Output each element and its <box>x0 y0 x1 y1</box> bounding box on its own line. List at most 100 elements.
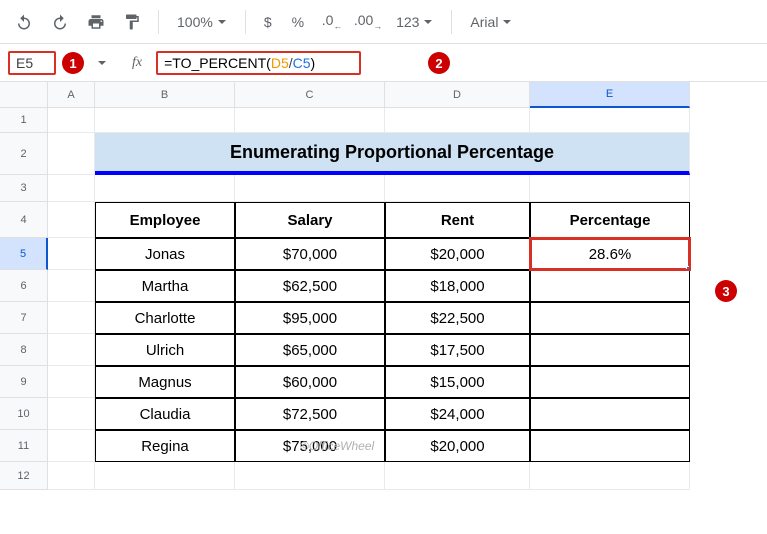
header-percentage[interactable]: Percentage <box>530 202 690 238</box>
title-cell[interactable]: Enumerating Proportional Percentage <box>95 133 690 175</box>
table-cell[interactable] <box>530 302 690 334</box>
row-header-9[interactable]: 9 <box>0 366 48 398</box>
row-header-7[interactable]: 7 <box>0 302 48 334</box>
cell[interactable] <box>385 462 530 490</box>
cell[interactable] <box>48 175 95 202</box>
annotation-2: 2 <box>428 52 450 74</box>
paint-format-button[interactable] <box>116 6 148 38</box>
header-rent[interactable]: Rent <box>385 202 530 238</box>
row-header-2[interactable]: 2 <box>0 133 48 175</box>
cell[interactable] <box>530 462 690 490</box>
table-cell[interactable]: $75,000 <box>235 430 385 462</box>
name-box-dropdown[interactable] <box>86 47 118 79</box>
table-cell[interactable] <box>530 430 690 462</box>
table-cell[interactable]: $65,000 <box>235 334 385 366</box>
row-header-1[interactable]: 1 <box>0 108 48 133</box>
row-header-12[interactable]: 12 <box>0 462 48 490</box>
cell[interactable] <box>48 108 95 133</box>
row-header-10[interactable]: 10 <box>0 398 48 430</box>
cell[interactable] <box>48 302 95 334</box>
table-cell[interactable]: Ulrich <box>95 334 235 366</box>
cell[interactable] <box>530 108 690 133</box>
name-box[interactable]: E5 <box>8 51 56 75</box>
table-cell[interactable]: $62,500 <box>235 270 385 302</box>
table-cell[interactable]: $95,000 <box>235 302 385 334</box>
table-cell[interactable] <box>530 366 690 398</box>
header-employee[interactable]: Employee <box>95 202 235 238</box>
decrease-decimal-button[interactable]: .0← <box>316 6 348 38</box>
row-header-5[interactable]: 5 <box>0 238 48 270</box>
select-all-corner[interactable] <box>0 82 48 108</box>
cell[interactable] <box>235 462 385 490</box>
table-cell[interactable]: $15,000 <box>385 366 530 398</box>
separator <box>245 10 246 34</box>
cell[interactable] <box>48 133 95 175</box>
undo-button[interactable] <box>8 6 40 38</box>
redo-button[interactable] <box>44 6 76 38</box>
table-cell[interactable]: Martha <box>95 270 235 302</box>
table-cell[interactable]: $20,000 <box>385 238 530 270</box>
table-cell[interactable] <box>530 270 690 302</box>
table-cell[interactable] <box>530 398 690 430</box>
table-cell[interactable]: $20,000 <box>385 430 530 462</box>
table-cell[interactable]: Jonas <box>95 238 235 270</box>
sheet-area: A B C D E 1 2 3 4 5 6 7 8 9 10 11 12 Enu… <box>0 82 767 534</box>
cell[interactable] <box>48 366 95 398</box>
cell[interactable] <box>95 462 235 490</box>
col-header-A[interactable]: A <box>48 82 95 108</box>
row-header-3[interactable]: 3 <box>0 175 48 202</box>
cell[interactable] <box>48 202 95 238</box>
table-cell[interactable]: Regina <box>95 430 235 462</box>
row-header-11[interactable]: 11 <box>0 430 48 462</box>
separator <box>451 10 452 34</box>
chevron-down-icon <box>97 58 107 68</box>
font-dropdown[interactable]: Arial <box>462 10 532 34</box>
fill-handle[interactable] <box>686 266 690 270</box>
table-cell[interactable]: $18,000 <box>385 270 530 302</box>
col-header-B[interactable]: B <box>95 82 235 108</box>
row-header-6[interactable]: 6 <box>0 270 48 302</box>
row-header-4[interactable]: 4 <box>0 202 48 238</box>
col-header-E[interactable]: E <box>530 82 690 108</box>
cell[interactable] <box>530 175 690 202</box>
table-cell[interactable]: $17,500 <box>385 334 530 366</box>
table-cell[interactable]: $72,500 <box>235 398 385 430</box>
fx-icon: fx <box>132 55 142 71</box>
number-format-value: 123 <box>396 14 419 30</box>
table-cell[interactable]: $70,000 <box>235 238 385 270</box>
cell[interactable] <box>48 398 95 430</box>
table-cell[interactable]: Claudia <box>95 398 235 430</box>
currency-button[interactable]: $ <box>256 10 280 34</box>
cell[interactable] <box>95 108 235 133</box>
cell[interactable] <box>48 430 95 462</box>
percent-button[interactable]: % <box>284 10 312 34</box>
number-format-dropdown[interactable]: 123 <box>388 10 441 34</box>
col-header-D[interactable]: D <box>385 82 530 108</box>
row-header-8[interactable]: 8 <box>0 334 48 366</box>
formula-input[interactable]: =TO_PERCENT(D5/C5) <box>156 51 361 75</box>
table-cell[interactable]: $60,000 <box>235 366 385 398</box>
chevron-down-icon <box>217 17 227 27</box>
cell[interactable] <box>48 238 95 270</box>
table-cell[interactable] <box>530 334 690 366</box>
zoom-dropdown[interactable]: 100% <box>169 10 235 34</box>
header-salary[interactable]: Salary <box>235 202 385 238</box>
cell[interactable] <box>95 175 235 202</box>
table-cell[interactable]: $22,500 <box>385 302 530 334</box>
grid: Enumerating Proportional Percentage Empl… <box>48 108 690 490</box>
increase-decimal-button[interactable]: .00→ <box>352 6 384 38</box>
cell[interactable] <box>48 334 95 366</box>
table-cell[interactable]: Magnus <box>95 366 235 398</box>
cell[interactable] <box>48 462 95 490</box>
cell[interactable] <box>385 175 530 202</box>
print-button[interactable] <box>80 6 112 38</box>
table-cell[interactable]: $24,000 <box>385 398 530 430</box>
cell[interactable] <box>385 108 530 133</box>
col-header-C[interactable]: C <box>235 82 385 108</box>
table-cell-selected[interactable]: 28.6% <box>530 238 690 270</box>
separator <box>158 10 159 34</box>
cell[interactable] <box>235 108 385 133</box>
table-cell[interactable]: Charlotte <box>95 302 235 334</box>
cell[interactable] <box>235 175 385 202</box>
cell[interactable] <box>48 270 95 302</box>
